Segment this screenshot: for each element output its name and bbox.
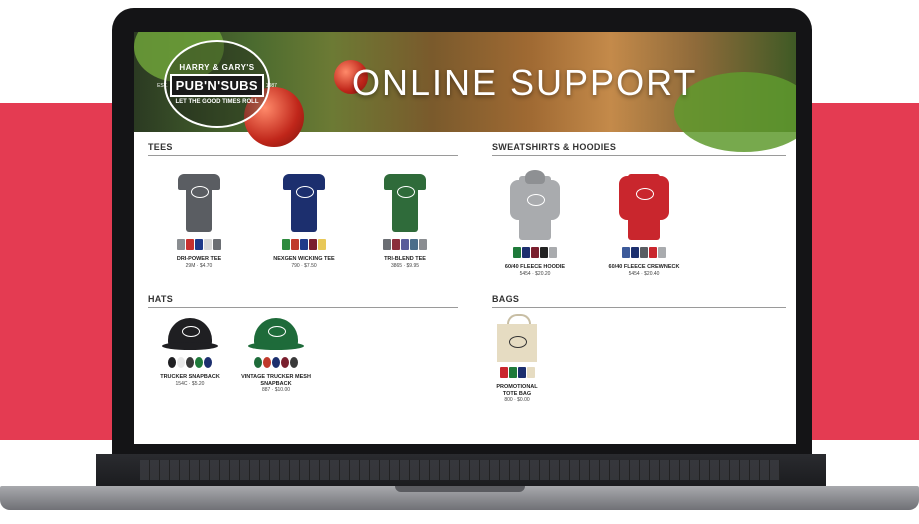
section-tees: TEES	[148, 142, 458, 156]
browser-screen: HARRY & GARY'S EST. PUB'N'SUBS 1987 LET …	[134, 32, 796, 444]
product-card[interactable]: DRI-POWER TEE 29M · $4.70	[160, 170, 238, 269]
section-hats: HATS	[148, 294, 458, 308]
product-price: 154C · $5.20	[175, 380, 205, 387]
crewneck-image[interactable]	[619, 170, 669, 242]
product-name[interactable]: TRUCKER SNAPBACK	[152, 374, 228, 381]
section-sweatshirts: SWEATSHIRTS & HOODIES	[492, 142, 786, 156]
product-price: 790 · $7.50	[291, 262, 317, 269]
product-card[interactable]: PROMOTIONAL TOTE BAG 800 · $0.00	[490, 314, 544, 403]
section-title-tees: TEES	[148, 142, 458, 156]
product-name[interactable]: VINTAGE TRUCKER MESH SNAPBACK	[238, 374, 314, 387]
page-title: ONLINE SUPPORT	[352, 62, 698, 103]
product-price: 800 · $0.00	[504, 397, 530, 404]
logo-side-right: 1987	[265, 82, 277, 89]
product-name[interactable]: 60/40 FLEECE HOODIE	[492, 264, 578, 271]
section-title-sweatshirts: SWEATSHIRTS & HOODIES	[492, 142, 786, 156]
product-card[interactable]: VINTAGE TRUCKER MESH SNAPBACK 887 · $10.…	[238, 316, 314, 393]
product-name[interactable]: DRI-POWER TEE	[160, 256, 238, 263]
laptop-notch	[395, 486, 525, 492]
product-name[interactable]: TRI-BLEND TEE	[366, 256, 444, 263]
hoodie-image[interactable]	[510, 170, 560, 242]
color-swatches	[490, 367, 544, 378]
product-card[interactable]: TRI-BLEND TEE 3865 · $9.95	[366, 170, 444, 269]
color-swatches	[160, 239, 238, 250]
section-title-hats: HATS	[148, 294, 458, 308]
color-swatches	[366, 239, 444, 250]
tshirt-image[interactable]	[283, 170, 325, 234]
product-name[interactable]: NEXGEN WICKING TEE	[256, 256, 352, 263]
tote-bag-image[interactable]	[497, 314, 537, 362]
keyboard-keys	[140, 460, 780, 480]
product-price: 5454 · $20.40	[628, 270, 660, 277]
hero-banner: HARRY & GARY'S EST. PUB'N'SUBS 1987 LET …	[134, 32, 796, 152]
product-name[interactable]: PROMOTIONAL TOTE BAG	[490, 384, 544, 397]
color-swatches	[256, 239, 352, 250]
product-card[interactable]: TRUCKER SNAPBACK 154C · $5.20	[152, 316, 228, 387]
product-price: 3865 · $9.95	[390, 262, 420, 269]
color-swatches	[596, 247, 692, 258]
color-swatches	[152, 357, 228, 368]
logo-top-text: HARRY & GARY'S	[179, 63, 255, 72]
color-swatches	[238, 357, 314, 368]
tshirt-image[interactable]	[384, 170, 426, 234]
section-title-bags: BAGS	[492, 294, 786, 308]
product-card[interactable]: 60/40 FLEECE HOODIE 5454 · $20.20	[492, 170, 578, 277]
product-card[interactable]: NEXGEN WICKING TEE 790 · $7.50	[256, 170, 352, 269]
product-price: 5454 · $20.20	[519, 270, 551, 277]
brand-logo[interactable]: HARRY & GARY'S EST. PUB'N'SUBS 1987 LET …	[157, 40, 277, 128]
product-price: 29M · $4.70	[185, 262, 213, 269]
tshirt-image[interactable]	[178, 170, 220, 234]
product-name[interactable]: 60/40 FLEECE CREWNECK	[596, 264, 692, 271]
section-bags: BAGS	[492, 294, 786, 308]
logo-side-left: EST.	[157, 82, 168, 89]
logo-tagline: LET THE GOOD TIMES ROLL	[175, 99, 259, 105]
product-price: 887 · $10.00	[261, 387, 291, 394]
hat-image[interactable]	[248, 316, 304, 352]
hat-image[interactable]	[162, 316, 218, 352]
product-card[interactable]: 60/40 FLEECE CREWNECK 5454 · $20.40	[596, 170, 692, 277]
color-swatches	[492, 247, 578, 258]
logo-main-text: PUB'N'SUBS	[169, 74, 264, 97]
